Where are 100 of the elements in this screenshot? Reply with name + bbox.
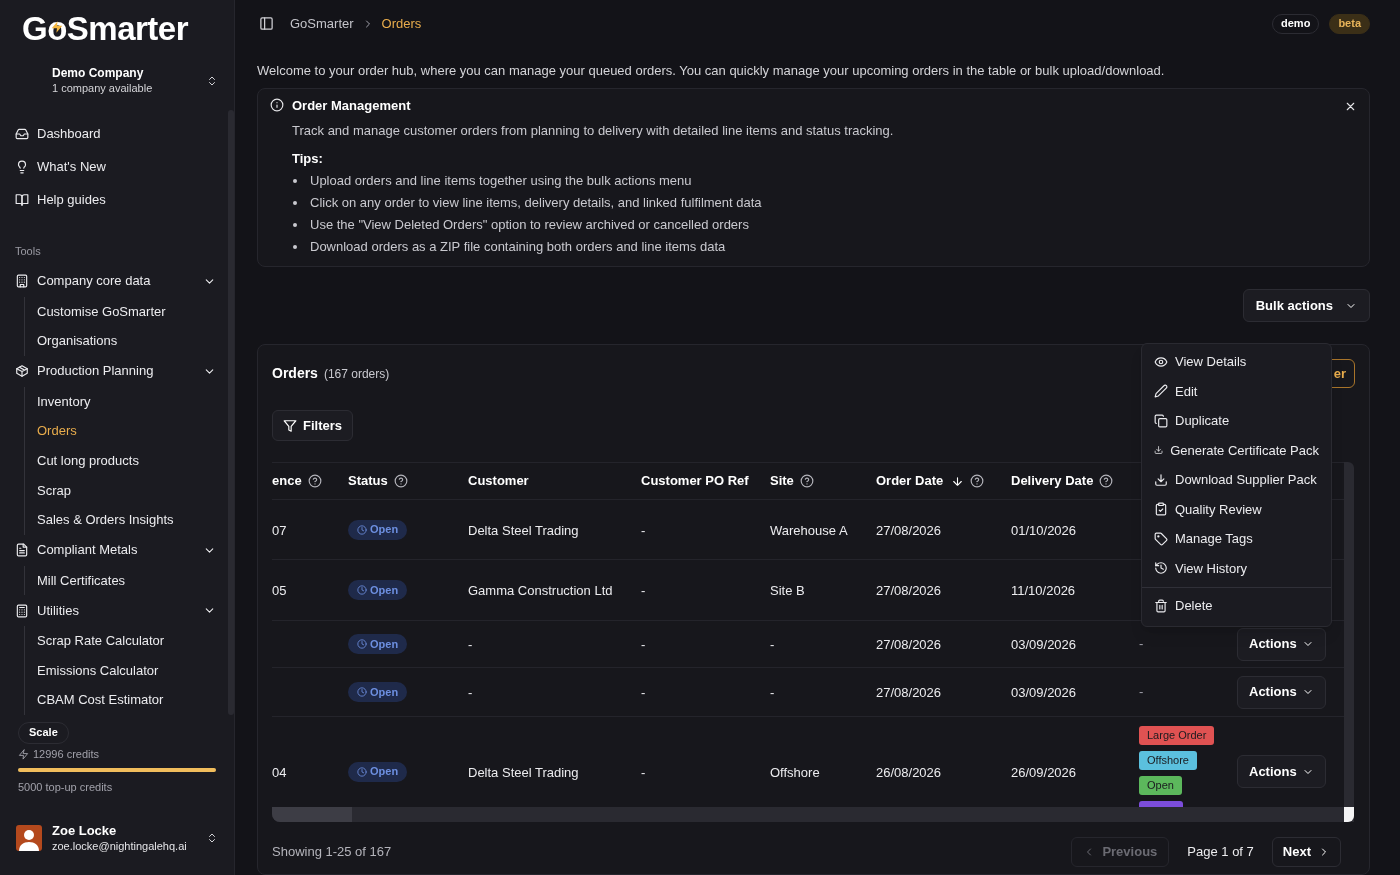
bullet [293,245,297,249]
scrollbar-thumb[interactable] [272,807,352,822]
menu-item[interactable]: View Details [1142,347,1331,377]
card-title: Orders [272,364,318,383]
menu-item[interactable]: Edit [1142,376,1331,406]
table-cell: Offshore [770,764,820,780]
nav-subitem[interactable]: Cut long products [37,445,226,476]
nav-subitem[interactable]: Organisations [37,326,226,356]
nav-subitem[interactable]: CBAM Cost Estimator [37,685,226,716]
tip-text: Use the "View Deleted Orders" option to review archived or cancelled orders [310,216,749,235]
table-cell: 27/08/2026 [876,522,942,538]
table-cell: - [770,685,775,700]
nav-item[interactable]: Help guides [8,183,226,216]
table-cell: 27/08/2026 [876,583,942,598]
lightning-icon [18,749,29,760]
close-icon [1344,100,1357,113]
nav-subitem[interactable]: Sales & Orders Insights [37,505,226,535]
menu-item[interactable]: Manage Tags [1142,524,1331,554]
download-icon [1154,472,1168,487]
table-cell: Delta Steel Trading [468,522,579,538]
trash-icon [1154,598,1168,613]
user-menu[interactable]: Zoe Locke zoe.locke@nightingalehq.ai [0,809,234,867]
nav-subitem[interactable]: Scrap [37,475,226,506]
table-cell: Delta Steel Trading [468,764,579,780]
copy-icon [1154,413,1168,428]
table-cell: 05 [272,583,287,598]
table-cell-text: - [1139,635,1144,654]
nav-subitem[interactable]: Inventory [37,386,226,417]
status-badge: Open [348,634,408,654]
breadcrumb[interactable]: GoSmarter [290,13,354,34]
scrollbar[interactable] [1344,462,1354,822]
close-button[interactable] [1344,100,1357,113]
table-cell: Warehouse A [770,522,848,538]
panel-icon [259,16,274,31]
order-count: (167 orders) [323,365,390,383]
bulk-actions-button[interactable]: Bulk actions [1242,289,1370,322]
company-count: 1 company available [52,81,154,96]
nav-group[interactable]: Company core data [8,265,226,297]
table-cell: 03/09/2026 [1011,637,1077,652]
nav-subitem[interactable]: Customise GoSmarter [37,296,226,327]
tag: Offshore [1139,751,1197,770]
column-header[interactable]: Delivery Date [1011,471,1094,491]
table-cell: - [641,764,646,780]
nav-subitem[interactable]: Orders [37,416,226,446]
menu-item[interactable]: Quality Review [1142,494,1331,524]
table-cell: Gamma Construction Ltd [468,583,613,598]
actions-button[interactable]: Actions [1237,755,1326,788]
section-label: Tools [14,244,42,259]
table-cell: 04 [272,764,287,780]
credits-count: 12996 credits [33,747,100,763]
building-icon [15,274,29,288]
actions-button[interactable]: Actions [1237,675,1326,709]
table-cell: 26/09/2026 [1011,764,1077,780]
column-header[interactable]: Customer [468,471,529,491]
menu-item[interactable]: Generate Certificate Pack [1142,435,1331,465]
sidebar-toggle[interactable] [257,14,276,33]
scrollbar-thumb[interactable] [1344,807,1354,822]
table-cell: - [468,685,473,700]
package-icon [15,364,29,379]
column-header[interactable]: Order Date [876,471,944,491]
tip-text: Download orders as a ZIP file containing both orders and line items data [310,238,726,257]
nav-group[interactable]: Production Planning [8,355,226,387]
breadcrumb: Orders [381,14,422,33]
filters-button[interactable]: Filters [272,410,353,441]
nav-item[interactable]: Dashboard [8,117,226,150]
column-header[interactable]: Status [348,471,388,491]
clipboard-check-icon [1154,502,1168,517]
menu-item[interactable]: View History [1142,553,1331,583]
group-label: Production Planning [37,362,155,381]
table-cell-text: - [1139,683,1144,702]
nav-subitem[interactable]: Mill Certificates [37,565,226,596]
logo: GoSmarter [22,9,189,49]
info-icon [270,98,284,112]
nav-group[interactable]: Utilities [8,595,226,627]
table-cell: - [641,685,646,700]
scrollbar[interactable] [228,110,234,715]
nav-item[interactable]: What's New [8,150,226,183]
scrollbar[interactable] [272,807,1344,822]
status-badge: Open [348,682,408,702]
column-header[interactable]: Customer PO Ref [641,471,749,491]
column-header[interactable]: ence [272,471,302,491]
menu-item[interactable]: Delete [1142,587,1331,623]
table-cell: - [641,637,646,652]
next-button[interactable]: Next [1271,837,1341,867]
badge: beta [1329,13,1370,34]
company-switcher[interactable]: Demo Company 1 company available [0,58,234,104]
status-badge: Open [348,761,408,782]
menu-item[interactable]: Duplicate [1142,406,1331,436]
nav-subitem[interactable]: Scrap Rate Calculator [37,626,226,656]
clock-icon [357,585,367,595]
group-label: Company core data [37,272,152,291]
column-header[interactable]: Site [770,471,794,491]
nav-subitem[interactable]: Emissions Calculator [37,655,226,686]
document-icon [15,543,29,558]
actions-button[interactable]: Actions [1237,627,1326,661]
bullet [293,179,297,183]
nav-group[interactable]: Compliant Metals [8,534,226,566]
table-cell: 27/08/2026 [876,685,942,700]
table-cell: 07 [272,522,287,538]
menu-item[interactable]: Download Supplier Pack [1142,465,1331,495]
